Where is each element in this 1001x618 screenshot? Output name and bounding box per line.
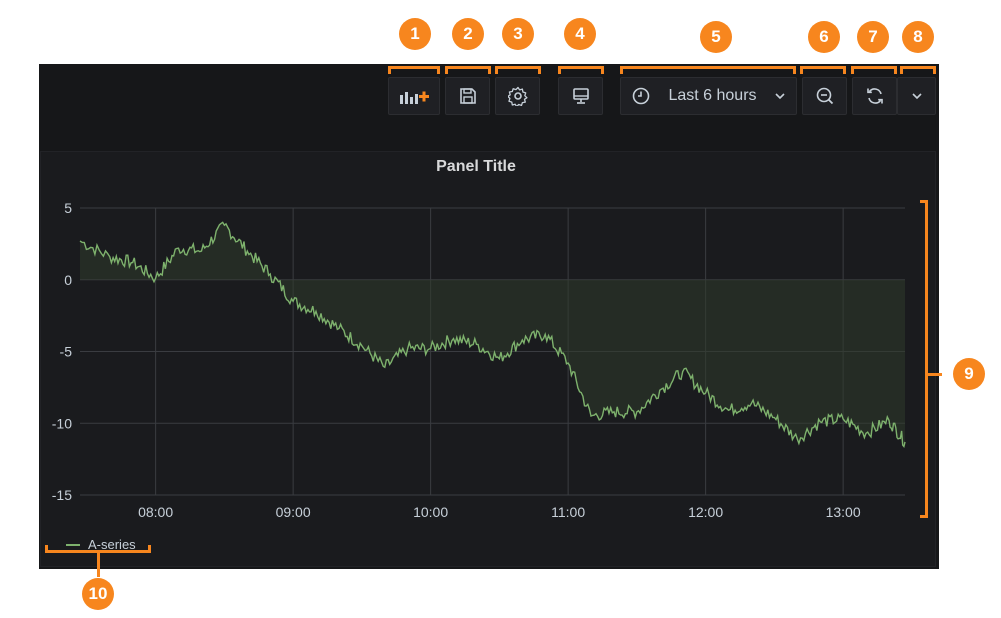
dashboard-settings-button[interactable] [495, 77, 540, 115]
callout-bracket-4 [558, 66, 604, 74]
callout-bracket-2 [445, 66, 491, 74]
callout-bracket-3 [495, 66, 541, 74]
callout-bracket-10 [45, 545, 151, 553]
save-dashboard-button[interactable] [445, 77, 490, 115]
y-tick-label: -10 [52, 415, 72, 431]
callout-connector-9 [928, 373, 942, 376]
callout-connector-10 [97, 553, 100, 577]
callout-bracket-8 [900, 66, 936, 74]
x-tick-label: 08:00 [138, 504, 173, 520]
time-series-chart: 08:00 09:00 10:00 11:00 12:00 13:00 5 0 -5 -10 -1… [52, 200, 906, 520]
time-range-label: Last 6 hours [668, 87, 757, 104]
clock-icon [632, 87, 650, 105]
panel-title[interactable]: Panel Title [40, 158, 912, 176]
refresh-button[interactable] [852, 77, 897, 115]
y-tick-label: -5 [60, 344, 73, 360]
zoom-out-icon [816, 87, 833, 105]
series-area [80, 222, 905, 447]
callout-badge-7: 7 [857, 21, 889, 53]
tv-mode-button[interactable] [558, 77, 603, 115]
x-tick-label: 13:00 [826, 504, 861, 520]
callout-badge-1: 1 [399, 18, 431, 50]
callout-badge-2: 2 [452, 18, 484, 50]
y-axis-ticks: 5 0 -5 -10 -15 [52, 200, 72, 503]
refresh-icon [866, 88, 883, 104]
time-range-picker[interactable]: Last 6 hours [620, 77, 797, 115]
callout-badge-3: 3 [502, 18, 534, 50]
gear-icon [507, 86, 528, 106]
add-panel-button[interactable] [388, 77, 440, 115]
chevron-down-icon [775, 93, 785, 100]
x-tick-label: 09:00 [276, 504, 311, 520]
callout-bracket-5 [620, 66, 796, 74]
y-tick-label: -15 [52, 487, 72, 503]
callout-bracket-1 [388, 66, 440, 74]
callout-badge-10: 10 [82, 578, 114, 610]
callout-badge-9: 9 [953, 358, 985, 390]
y-tick-label: 0 [64, 272, 72, 288]
callout-badge-5: 5 [700, 21, 732, 53]
zoom-out-button[interactable] [802, 77, 847, 115]
callout-bracket-9 [920, 200, 928, 518]
x-axis-ticks: 08:00 09:00 10:00 11:00 12:00 13:00 [138, 504, 861, 520]
x-tick-label: 12:00 [688, 504, 723, 520]
callout-badge-8: 8 [902, 21, 934, 53]
callout-badge-4: 4 [564, 18, 596, 50]
y-tick-label: 5 [64, 200, 72, 216]
callout-bracket-6 [800, 66, 846, 74]
callout-badge-6: 6 [808, 21, 840, 53]
callout-bracket-7 [851, 66, 897, 74]
refresh-interval-dropdown[interactable] [897, 77, 936, 115]
save-icon [459, 88, 476, 104]
add-panel-icon [400, 91, 429, 104]
x-tick-label: 10:00 [413, 504, 448, 520]
x-tick-label: 11:00 [551, 504, 585, 520]
chevron-down-icon [911, 93, 922, 100]
monitor-icon [572, 88, 589, 104]
